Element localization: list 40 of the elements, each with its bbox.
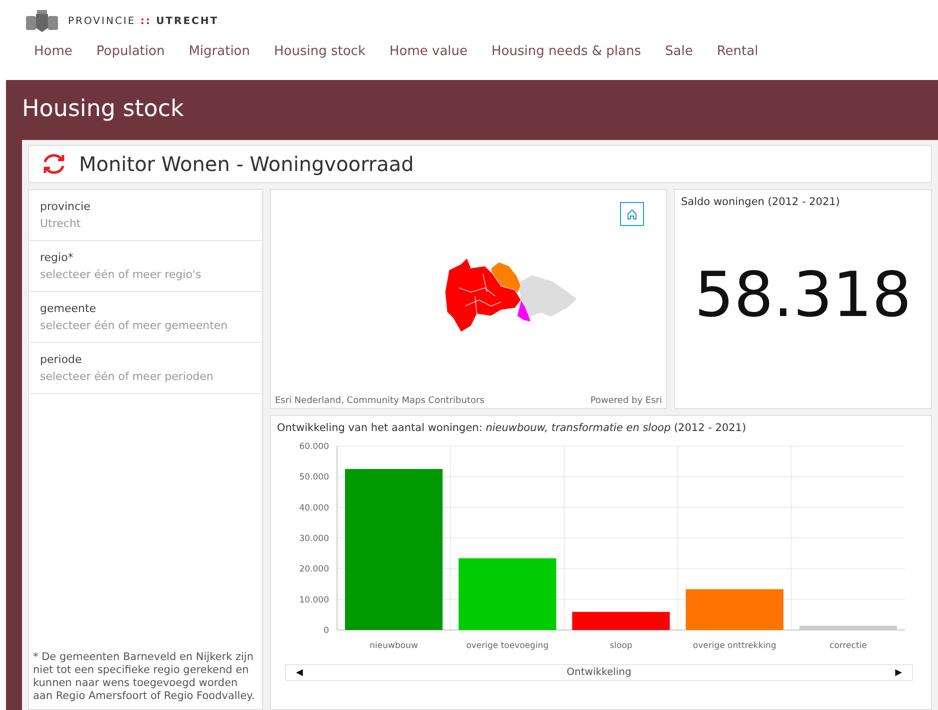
axis-tick-label: 30.000 bbox=[299, 534, 329, 544]
axis-tick-label: 10.000 bbox=[299, 595, 329, 606]
nav-link[interactable]: Home value bbox=[389, 44, 468, 59]
filter-dropdown[interactable]: gemeente selecteer één of meer gemeenten bbox=[29, 292, 262, 343]
scroll-right-arrow[interactable]: ▶ bbox=[895, 668, 902, 678]
indicator-value: 58.318 bbox=[694, 258, 912, 331]
axis-tick-label: 50.000 bbox=[299, 472, 329, 483]
nav-link[interactable]: Housing needs & plans bbox=[492, 44, 642, 59]
scroll-left-arrow[interactable]: ◀ bbox=[296, 668, 303, 678]
filter-dropdown[interactable]: provincie Utrecht bbox=[29, 190, 262, 241]
powered-by-link[interactable]: Powered by Esri bbox=[590, 396, 662, 406]
chart-title: Ontwikkeling van het aantal woningen: nieuwbouw, transformatie en sloop (2012 - 2021) bbox=[277, 422, 748, 434]
home-button[interactable] bbox=[620, 202, 644, 226]
axis-tick-label: 0 bbox=[324, 626, 329, 636]
refresh-icon bbox=[41, 151, 67, 177]
nav-link[interactable]: Housing stock bbox=[274, 44, 366, 59]
nav-link[interactable]: Migration bbox=[188, 44, 250, 59]
axis-tick-label: 60.000 bbox=[299, 442, 329, 452]
filter-dropdown[interactable]: periode selecteer één of meer perioden bbox=[29, 343, 262, 394]
dashboard-title: Monitor Wonen - Woningvoorraad bbox=[79, 152, 414, 176]
nav-link[interactable]: Sale bbox=[665, 44, 693, 59]
nav-link[interactable]: Rental bbox=[716, 44, 758, 59]
page-title: Housing stock bbox=[22, 96, 185, 122]
axis-tick-label: 20.000 bbox=[299, 564, 329, 575]
filter-dropdown[interactable]: regio* selecteer één of meer regio's bbox=[29, 241, 262, 292]
category-label: nieuwbouw bbox=[370, 641, 418, 651]
category-label: correctie bbox=[830, 641, 867, 651]
footnote: * De gemeenten Barneveld en Nijkerk zijn niet tot een specifieke regio gerekend en kunnen naar wens toegevoegd worden aan Regio Amersfoort of Regio Foodvalley. bbox=[32, 651, 256, 704]
axis-title: Ontwikkeling bbox=[566, 667, 632, 678]
category-label: overige onttrekking bbox=[692, 641, 776, 651]
nav-link[interactable]: Population bbox=[96, 44, 165, 59]
category-label: overige toevoeging bbox=[466, 641, 549, 651]
category-label: sloop bbox=[610, 641, 632, 651]
chart-scrollbar[interactable]: ◀ Ontwikkeling ▶ bbox=[285, 664, 913, 681]
nav-link[interactable]: Home bbox=[34, 44, 72, 59]
home-icon bbox=[626, 208, 638, 220]
brand-name: PROVINCIE :: UTRECHT bbox=[68, 16, 219, 26]
map-attribution: Esri Nederland, Community Maps Contributors bbox=[275, 396, 484, 406]
axis-tick-label: 40.000 bbox=[299, 503, 329, 514]
indicator-title: Saldo woningen (2012 - 2021) bbox=[681, 196, 841, 208]
